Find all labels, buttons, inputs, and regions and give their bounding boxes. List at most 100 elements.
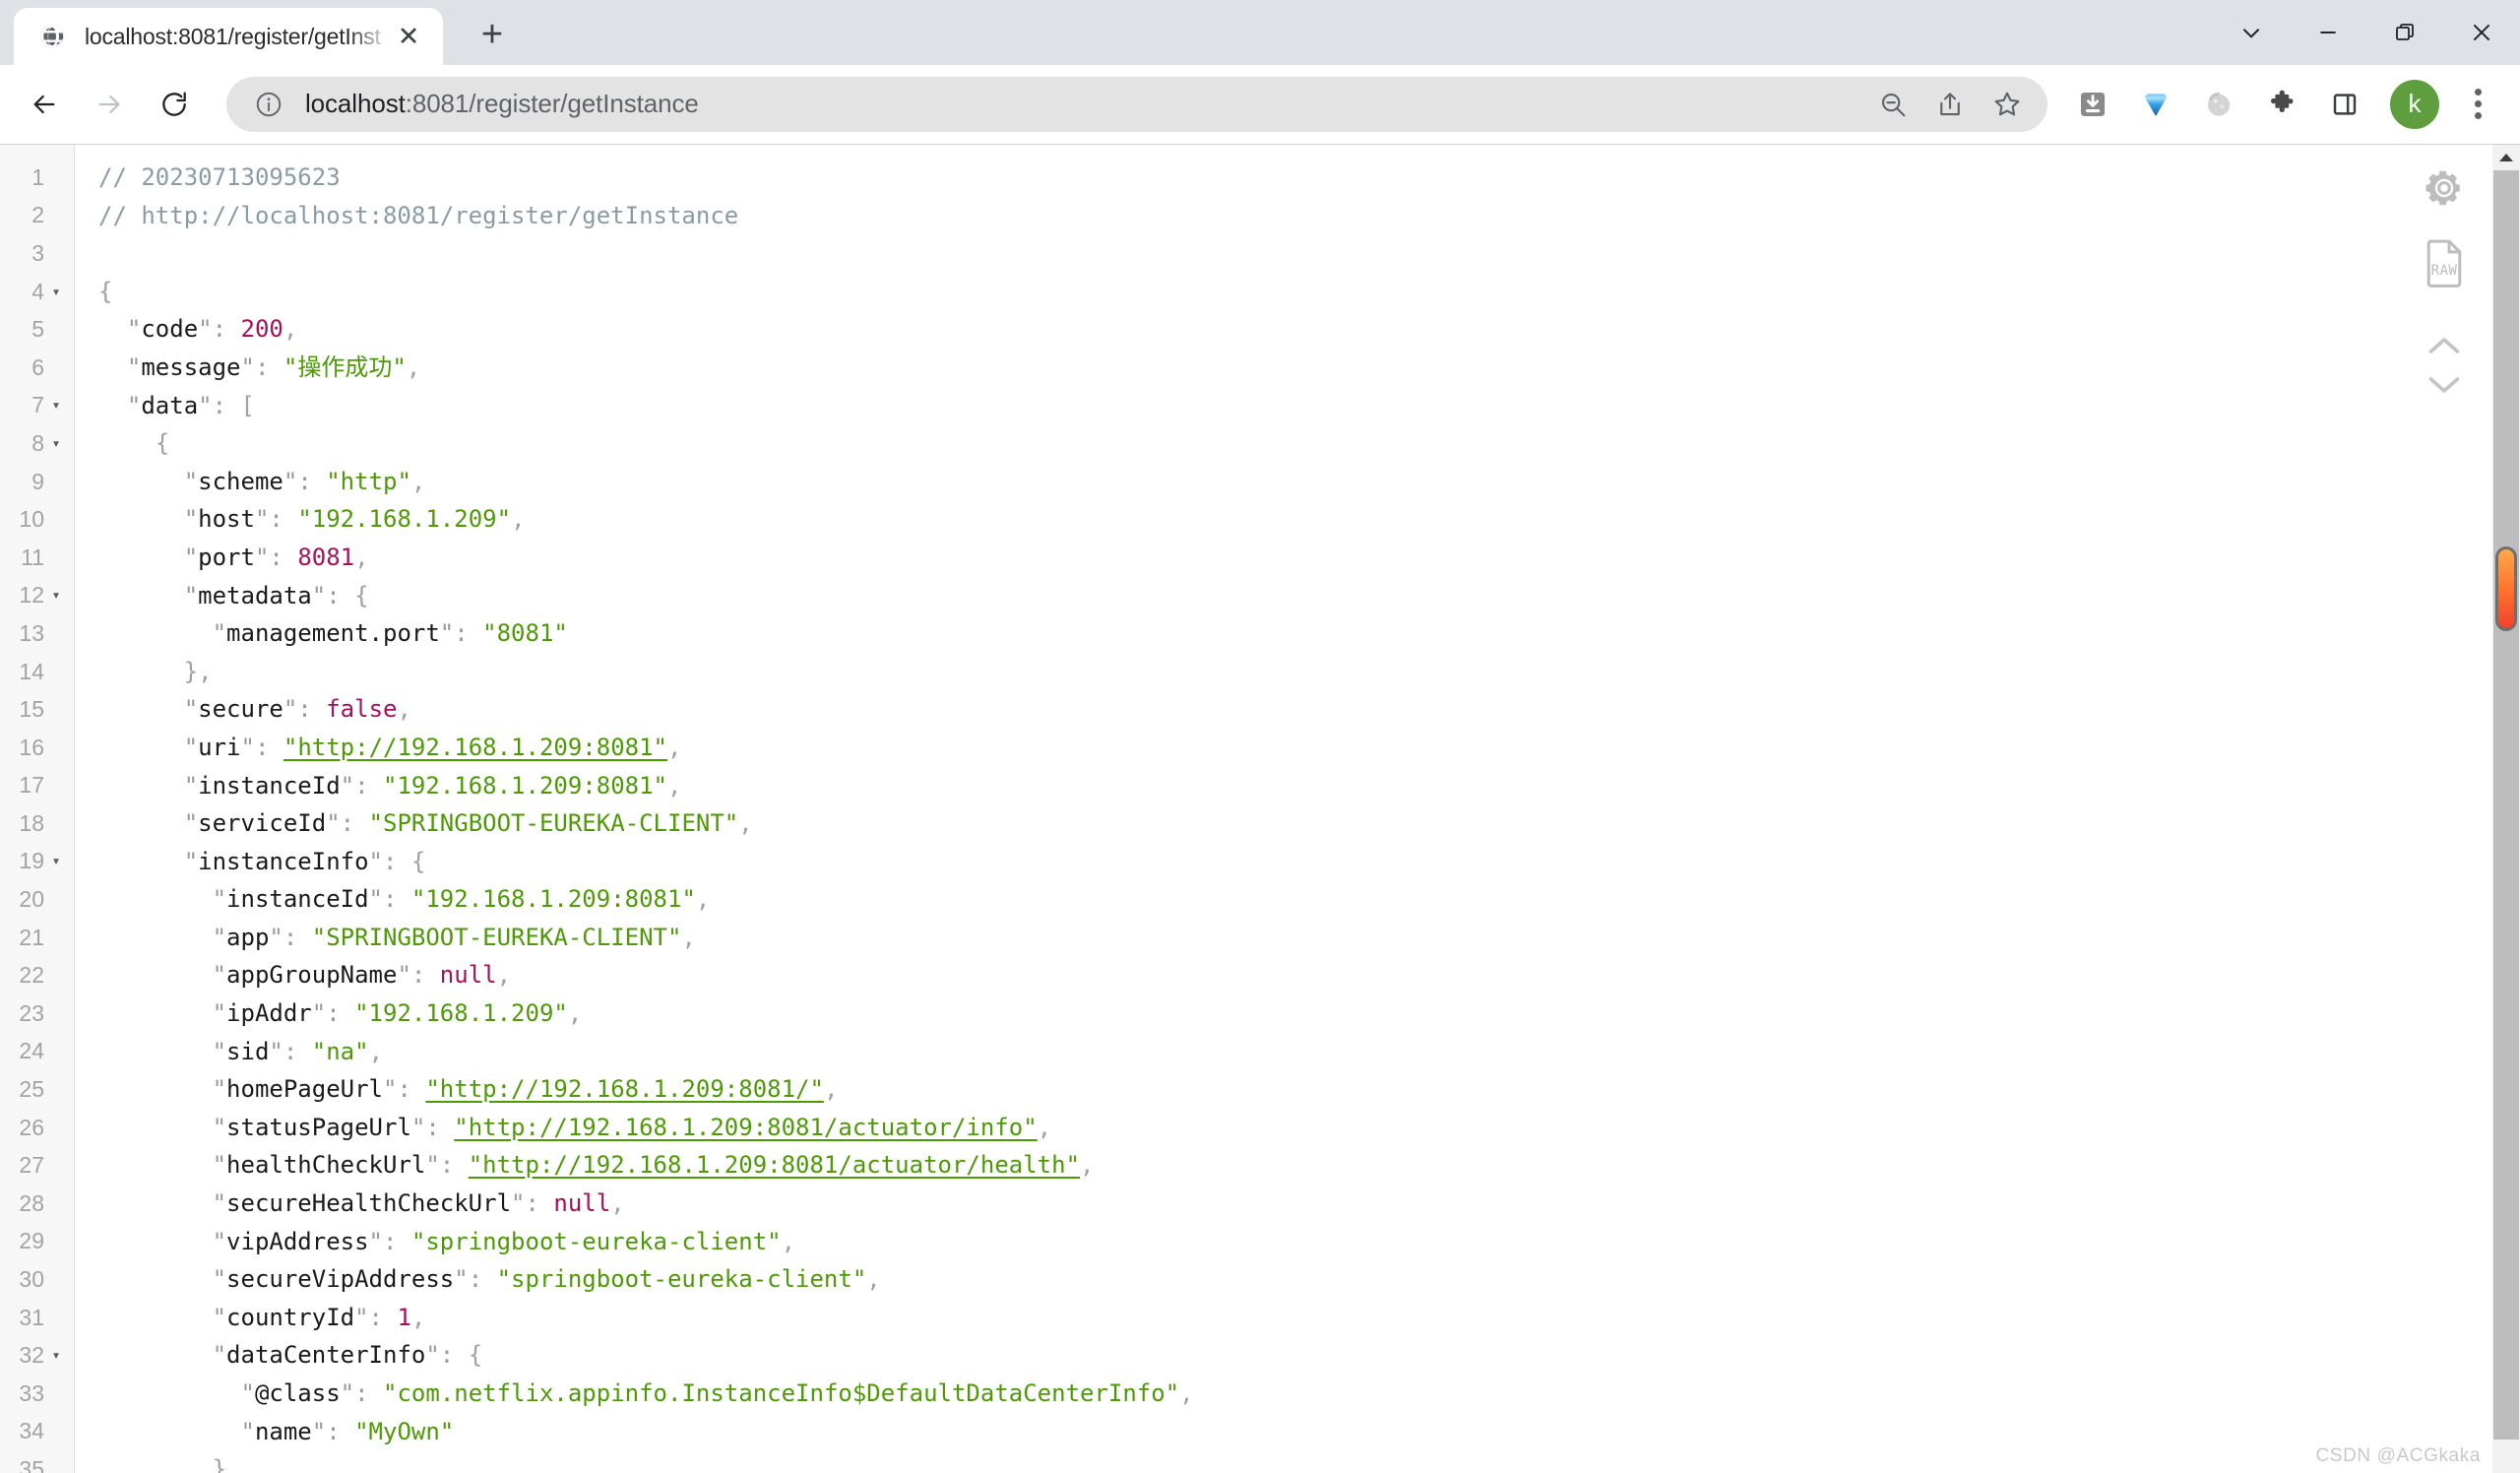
json-token-punc	[98, 1418, 241, 1445]
json-token-key: @class	[254, 1379, 341, 1407]
line-number: 27	[19, 1152, 44, 1179]
json-token-str: "操作成功"	[283, 352, 407, 381]
bookmark-star-icon[interactable]	[1979, 79, 2036, 130]
reload-button[interactable]	[144, 74, 205, 135]
new-tab-button[interactable]: +	[465, 7, 520, 62]
minimize-icon[interactable]	[2290, 0, 2366, 65]
json-token-punc	[98, 353, 127, 381]
gutter-row: 31▾	[0, 1299, 74, 1337]
line-number: 35	[19, 1455, 44, 1473]
json-token-key: management.port	[226, 619, 440, 648]
avatar[interactable]: k	[2390, 79, 2439, 129]
json-token-colon: :	[354, 771, 384, 800]
json-token-quote: "	[198, 315, 213, 344]
json-token-key: countryId	[226, 1303, 355, 1331]
close-icon[interactable]: ✕	[392, 20, 425, 53]
share-icon[interactable]	[1922, 79, 1979, 130]
code-line: "appGroupName": null,	[98, 956, 2520, 994]
json-token-str: "http"	[326, 467, 411, 495]
json-link[interactable]: "http://192.168.1.209:8081/actuator/info…	[454, 1114, 1037, 1141]
json-token-punc	[98, 1189, 213, 1217]
line-number: 5	[32, 316, 44, 343]
json-token-key: instanceId	[226, 885, 369, 914]
extension-icons	[2061, 76, 2376, 133]
back-button[interactable]	[14, 74, 75, 135]
json-token-quote: "	[212, 1227, 227, 1255]
address-bar[interactable]: localhost:8081/register/getInstance	[226, 76, 2048, 132]
gutter-row: 11▾	[0, 539, 74, 577]
json-token-quote: "	[425, 1341, 440, 1370]
blue-gem-extension-icon[interactable]	[2127, 76, 2184, 133]
vertical-scrollbar[interactable]	[2492, 145, 2520, 1473]
json-token-quote: "	[212, 961, 227, 990]
json-token-punc	[98, 695, 184, 723]
downloads-icon[interactable]	[2064, 76, 2121, 133]
fold-toggle-icon[interactable]: ▾	[44, 435, 68, 451]
scrollbar-up-arrow[interactable]	[2492, 145, 2520, 170]
json-token-quote: "	[454, 1265, 469, 1294]
gutter-row: 18▾	[0, 804, 74, 843]
code-line: "app": "SPRINGBOOT-EUREKA-CLIENT",	[98, 919, 2520, 957]
browser-tab[interactable]: localhost:8081/register/getInst ✕	[14, 8, 443, 65]
zoom-out-icon[interactable]	[1864, 79, 1922, 130]
json-token-punc: ,	[406, 352, 421, 381]
json-link[interactable]: "http://192.168.1.209:8081/"	[425, 1075, 824, 1103]
json-token-colon: :	[297, 695, 327, 724]
line-number: 11	[21, 544, 44, 570]
code-line: "message": "操作成功",	[98, 349, 2520, 387]
json-token-quote: "	[368, 885, 383, 914]
json-token-colon: :	[525, 1189, 554, 1218]
json-token-str: "192.168.1.209"	[354, 999, 568, 1028]
fold-toggle-icon[interactable]: ▾	[44, 854, 68, 868]
tab-search-chevron-down-icon[interactable]	[2213, 0, 2290, 65]
settings-gear-icon[interactable]	[2415, 159, 2474, 218]
json-token-colon: :	[354, 1379, 384, 1407]
code-line: "instanceId": "192.168.1.209:8081",	[98, 767, 2520, 805]
json-code-area[interactable]: // 20230713095623 // http://localhost:808…	[75, 145, 2520, 1473]
json-token-punc	[98, 924, 213, 951]
scrollbar-thumb[interactable]	[2495, 546, 2517, 631]
line-number: 4	[32, 278, 44, 304]
fold-toggle-icon[interactable]: ▾	[44, 284, 68, 299]
gutter-row: 16▾	[0, 729, 74, 767]
json-token-punc: ,	[283, 315, 298, 344]
scrollbar-track[interactable]	[2493, 170, 2519, 1440]
json-token-quote: "	[183, 771, 199, 800]
code-line: "serviceId": "SPRINGBOOT-EUREKA-CLIENT",	[98, 804, 2520, 843]
fold-toggle-icon[interactable]: ▾	[44, 588, 68, 603]
json-link[interactable]: "http://192.168.1.209:8081"	[284, 734, 667, 761]
puzzle-extensions-icon[interactable]	[2253, 76, 2310, 133]
json-token-quote: "	[269, 1037, 284, 1065]
info-circle-icon[interactable]	[252, 88, 285, 121]
code-line: "port": 8081,	[98, 539, 2520, 577]
gutter-row: 9▾	[0, 463, 74, 501]
raw-document-icon[interactable]: RAW	[2415, 233, 2474, 292]
line-number: 34	[19, 1418, 44, 1444]
browser-menu-button[interactable]	[2453, 76, 2502, 133]
line-number: 30	[19, 1266, 44, 1293]
expand-all-chevron-down-icon[interactable]	[2419, 365, 2470, 405]
json-token-punc: ,	[1179, 1379, 1194, 1407]
forward-button[interactable]	[79, 74, 140, 135]
json-token-colon: :	[439, 1341, 469, 1370]
json-token-key: serviceId	[198, 809, 327, 838]
close-icon[interactable]	[2443, 0, 2520, 65]
json-token-colon: :	[269, 505, 298, 534]
side-panel-icon[interactable]	[2316, 76, 2373, 133]
json-token-quote: "	[283, 695, 298, 724]
json-token-quote: "	[183, 809, 199, 838]
json-token-quote: "	[198, 391, 213, 419]
fold-toggle-icon[interactable]: ▾	[44, 398, 68, 413]
fold-toggle-icon[interactable]: ▾	[44, 1348, 68, 1363]
collapse-all-chevron-up-icon[interactable]	[2419, 326, 2470, 365]
restore-icon[interactable]	[2366, 0, 2443, 65]
json-token-quote: "	[326, 809, 341, 838]
code-line: "homePageUrl": "http://192.168.1.209:808…	[98, 1070, 2520, 1109]
line-number: 17	[19, 772, 44, 799]
grey-circle-extension-icon[interactable]	[2190, 76, 2247, 133]
json-token-punc: {	[468, 1341, 483, 1370]
json-link[interactable]: "http://192.168.1.209:8081/actuator/heal…	[469, 1151, 1080, 1179]
json-token-punc	[98, 468, 184, 495]
json-token-colon: :	[397, 1075, 426, 1104]
